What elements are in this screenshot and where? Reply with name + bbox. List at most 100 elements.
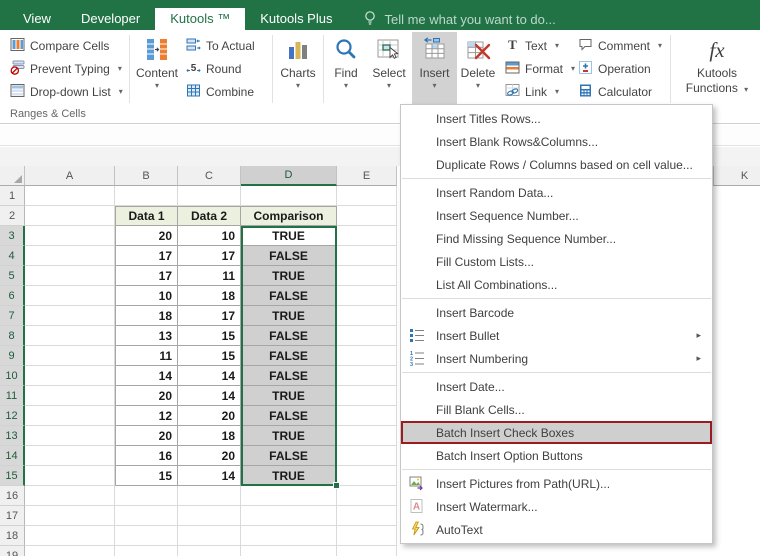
prevent-typing-button[interactable]: Prevent Typing ▾ — [6, 57, 127, 80]
cell-B1[interactable] — [115, 186, 178, 206]
row-header-9[interactable]: 9 — [0, 346, 25, 366]
cell-A8[interactable] — [25, 326, 115, 346]
cell-B14[interactable]: 16 — [115, 446, 178, 466]
cell-C15[interactable]: 14 — [178, 466, 241, 486]
cell-D15[interactable]: TRUE — [241, 466, 337, 486]
cell-C5[interactable]: 11 — [178, 266, 241, 286]
cell-B3[interactable]: 20 — [115, 226, 178, 246]
menu-item-batch-insert-check-boxes[interactable]: Batch Insert Check Boxes — [401, 421, 712, 444]
row-header-5[interactable]: 5 — [0, 266, 25, 286]
cell-D8[interactable]: FALSE — [241, 326, 337, 346]
menu-item-fill-custom-lists[interactable]: Fill Custom Lists... — [401, 250, 712, 273]
cell-A11[interactable] — [25, 386, 115, 406]
cell-E17[interactable] — [337, 506, 397, 526]
row-header-12[interactable]: 12 — [0, 406, 25, 426]
cell-A2[interactable] — [25, 206, 115, 226]
menu-item-insert-watermark[interactable]: A Insert Watermark... — [401, 495, 712, 518]
kutools-functions-button[interactable]: fx Kutools Functions ▾ — [673, 32, 760, 106]
cell-C8[interactable]: 15 — [178, 326, 241, 346]
find-button[interactable]: Find ▾ — [326, 32, 366, 106]
cell-C11[interactable]: 14 — [178, 386, 241, 406]
cell-D16[interactable] — [241, 486, 337, 506]
cell-A7[interactable] — [25, 306, 115, 326]
row-header-13[interactable]: 13 — [0, 426, 25, 446]
row-header-19[interactable]: 19 — [0, 546, 25, 556]
right-grid-area[interactable] — [713, 186, 760, 556]
cell-A4[interactable] — [25, 246, 115, 266]
cell-A9[interactable] — [25, 346, 115, 366]
cell-E5[interactable] — [337, 266, 397, 286]
cell-D10[interactable]: FALSE — [241, 366, 337, 386]
select-button[interactable]: Select ▾ — [366, 32, 412, 106]
link-button[interactable]: Link ▾ — [501, 80, 562, 103]
cell-B8[interactable]: 13 — [115, 326, 178, 346]
column-header-D[interactable]: D — [241, 166, 337, 186]
cell-E13[interactable] — [337, 426, 397, 446]
cell-D18[interactable] — [241, 526, 337, 546]
comment-button[interactable]: Comment ▾ — [574, 34, 664, 57]
cell-B6[interactable]: 10 — [115, 286, 178, 306]
table-header-comparison[interactable]: Comparison — [241, 206, 337, 226]
row-header-14[interactable]: 14 — [0, 446, 25, 466]
cell-D7[interactable]: TRUE — [241, 306, 337, 326]
cell-E11[interactable] — [337, 386, 397, 406]
column-header-A[interactable]: A — [25, 166, 115, 186]
column-header-E[interactable]: E — [337, 166, 397, 186]
row-header-15[interactable]: 15 — [0, 466, 25, 486]
cell-C6[interactable]: 18 — [178, 286, 241, 306]
cell-B7[interactable]: 18 — [115, 306, 178, 326]
format-button[interactable]: Format ▾ — [501, 57, 575, 80]
cell-B16[interactable] — [115, 486, 178, 506]
cell-C1[interactable] — [178, 186, 241, 206]
cell-A1[interactable] — [25, 186, 115, 206]
menu-item-insert-numbering[interactable]: 1 2 3 Insert Numbering ▸ — [401, 347, 712, 370]
row-header-17[interactable]: 17 — [0, 506, 25, 526]
cell-A19[interactable] — [25, 546, 115, 556]
cell-D4[interactable]: FALSE — [241, 246, 337, 266]
row-header-6[interactable]: 6 — [0, 286, 25, 306]
cell-D13[interactable]: TRUE — [241, 426, 337, 446]
cell-D9[interactable]: FALSE — [241, 346, 337, 366]
cell-D14[interactable]: FALSE — [241, 446, 337, 466]
cell-B10[interactable]: 14 — [115, 366, 178, 386]
menu-item-insert-blank-rows-columns[interactable]: Insert Blank Rows&Columns... — [401, 130, 712, 153]
table-header-data-2[interactable]: Data 2 — [178, 206, 241, 226]
cell-C10[interactable]: 14 — [178, 366, 241, 386]
cell-B18[interactable] — [115, 526, 178, 546]
cell-A15[interactable] — [25, 466, 115, 486]
text-button[interactable]: T Text ▾ — [501, 34, 562, 57]
menu-item-insert-random-data[interactable]: Insert Random Data... — [401, 181, 712, 204]
cell-B11[interactable]: 20 — [115, 386, 178, 406]
table-header-data-1[interactable]: Data 1 — [115, 206, 178, 226]
cell-C4[interactable]: 17 — [178, 246, 241, 266]
cell-D12[interactable]: FALSE — [241, 406, 337, 426]
cell-C19[interactable] — [178, 546, 241, 556]
cell-D6[interactable]: FALSE — [241, 286, 337, 306]
row-header-7[interactable]: 7 — [0, 306, 25, 326]
calculator-button[interactable]: Calculator — [574, 80, 664, 103]
cell-B17[interactable] — [115, 506, 178, 526]
compare-cells-button[interactable]: Compare Cells — [6, 34, 127, 57]
row-header-10[interactable]: 10 — [0, 366, 25, 386]
cell-B13[interactable]: 20 — [115, 426, 178, 446]
delete-button[interactable]: Delete ▾ — [457, 32, 499, 106]
insert-button[interactable]: Insert ▾ — [412, 32, 457, 106]
cell-E8[interactable] — [337, 326, 397, 346]
cell-B5[interactable]: 17 — [115, 266, 178, 286]
tab-developer[interactable]: Developer — [66, 8, 155, 30]
drop-down-list-button[interactable]: Drop-down List ▾ — [6, 80, 127, 103]
cell-E4[interactable] — [337, 246, 397, 266]
cell-A14[interactable] — [25, 446, 115, 466]
row-header-18[interactable]: 18 — [0, 526, 25, 546]
cell-B9[interactable]: 11 — [115, 346, 178, 366]
tab-kutools-plus[interactable]: Kutools Plus — [245, 8, 347, 30]
cell-E7[interactable] — [337, 306, 397, 326]
cell-C9[interactable]: 15 — [178, 346, 241, 366]
menu-item-insert-titles-rows[interactable]: Insert Titles Rows... — [401, 107, 712, 130]
cell-B12[interactable]: 12 — [115, 406, 178, 426]
charts-button[interactable]: Charts ▾ — [275, 32, 321, 106]
tab-kutools[interactable]: Kutools ™ — [155, 8, 246, 30]
cell-D5[interactable]: TRUE — [241, 266, 337, 286]
menu-item-insert-bullet[interactable]: Insert Bullet ▸ — [401, 324, 712, 347]
cell-C13[interactable]: 18 — [178, 426, 241, 446]
